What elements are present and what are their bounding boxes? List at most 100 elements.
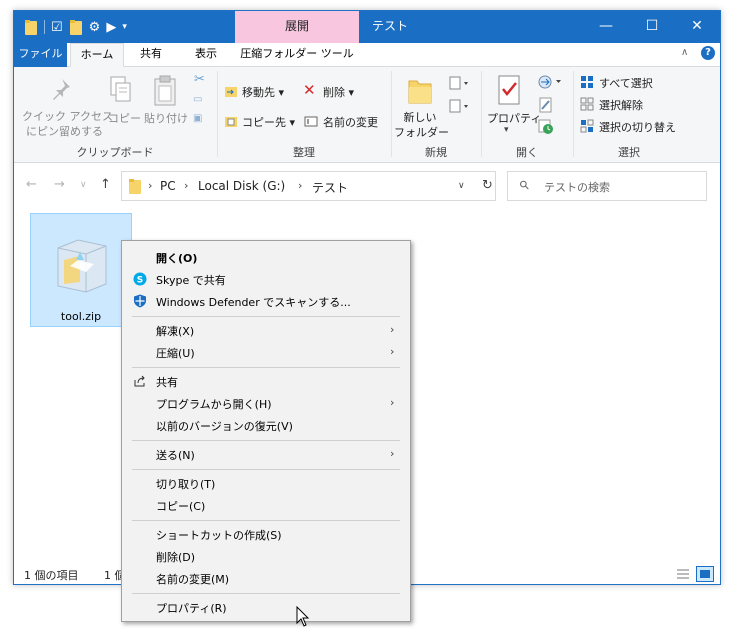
- menu-item-delete[interactable]: 削除(D): [122, 545, 410, 567]
- paste-icon[interactable]: [152, 75, 178, 107]
- customize-dropdown-icon[interactable]: ▾: [122, 22, 127, 32]
- refresh-icon[interactable]: ↻: [482, 178, 493, 193]
- menu-item-label: Windows Defender でスキャンする...: [156, 296, 351, 309]
- folder-icon: [24, 19, 38, 35]
- ribbon-collapse-icon[interactable]: ∧: [681, 47, 688, 58]
- new-folder-icon[interactable]: [406, 75, 434, 105]
- rename-icon[interactable]: [304, 114, 318, 128]
- navigation-bar: ← → ∨ ↑ › PC › Local Disk (G:) › テスト ∨ ↻…: [14, 163, 720, 207]
- submenu-arrow-icon: ›: [390, 447, 395, 460]
- chevron-right-icon[interactable]: ›: [184, 179, 188, 192]
- invert-selection-icon[interactable]: [580, 119, 594, 133]
- group-label-open: 開く: [516, 146, 538, 159]
- breadcrumb-local-disk[interactable]: Local Disk (G:): [198, 179, 285, 193]
- submenu-arrow-icon: ›: [390, 396, 395, 409]
- move-to-button[interactable]: 移動先 ▾: [242, 84, 284, 100]
- maximize-button[interactable]: ☐: [629, 11, 675, 41]
- address-bar[interactable]: › PC › Local Disk (G:) › テスト ∨ ↻: [121, 171, 496, 201]
- menu-item-properties[interactable]: プロパティ(R): [122, 596, 410, 618]
- menu-item-cut[interactable]: 切り取り(T): [122, 472, 410, 494]
- menu-item-copy[interactable]: コピー(C): [122, 494, 410, 516]
- tab-home[interactable]: ホーム: [70, 43, 124, 67]
- gear-icon[interactable]: ⚙: [89, 20, 101, 35]
- menu-item-share[interactable]: 共有: [122, 370, 410, 392]
- easy-access-icon[interactable]: [449, 98, 471, 114]
- history-icon[interactable]: [538, 119, 554, 135]
- menu-separator: [132, 469, 400, 470]
- menu-item-rename[interactable]: 名前の変更(M): [122, 567, 410, 589]
- breadcrumb-pc[interactable]: PC: [160, 179, 176, 193]
- properties-dropdown-icon[interactable]: ▾: [504, 125, 509, 135]
- properties-check-icon[interactable]: ☑: [51, 20, 63, 35]
- file-item-tool-zip[interactable]: tool.zip: [30, 213, 132, 327]
- copy-to-button[interactable]: コピー先 ▾: [242, 114, 295, 130]
- menu-item-open-with[interactable]: プログラムから開く(H) ›: [122, 392, 410, 414]
- new-folder-label-1[interactable]: 新しい: [400, 109, 440, 125]
- menu-item-label: 解凍(X): [156, 325, 195, 338]
- tab-share[interactable]: 共有: [128, 43, 174, 67]
- menu-item-create-shortcut[interactable]: ショートカットの作成(S): [122, 523, 410, 545]
- menu-item-compress[interactable]: 圧縮(U) ›: [122, 341, 410, 363]
- minimize-button[interactable]: —: [583, 11, 629, 41]
- delete-icon[interactable]: ✕: [303, 81, 316, 99]
- forward-arrow-icon[interactable]: →: [54, 177, 65, 192]
- group-label-organize: 整理: [293, 146, 315, 159]
- powershell-icon[interactable]: ▶: [106, 20, 116, 35]
- back-arrow-icon[interactable]: ←: [26, 177, 37, 192]
- pin-quick-access-label-1[interactable]: クイック アクセス: [22, 108, 113, 124]
- move-to-icon[interactable]: [224, 84, 238, 98]
- chevron-down-icon[interactable]: ∨: [458, 181, 465, 191]
- close-button[interactable]: ✕: [674, 11, 720, 41]
- menu-item-defender-scan[interactable]: Windows Defender でスキャンする...: [122, 290, 410, 312]
- open-icon[interactable]: [538, 75, 564, 89]
- tab-zip-tools[interactable]: 圧縮フォルダー ツール: [235, 43, 359, 67]
- chevron-right-icon[interactable]: ›: [298, 179, 302, 192]
- up-arrow-icon[interactable]: ↑: [100, 177, 111, 192]
- tab-file[interactable]: ファイル: [14, 43, 67, 67]
- copy-icon[interactable]: [109, 75, 133, 105]
- copy-to-icon[interactable]: [224, 114, 238, 128]
- menu-item-extract[interactable]: 解凍(X) ›: [122, 319, 410, 341]
- submenu-arrow-icon: ›: [390, 323, 395, 336]
- select-none-icon[interactable]: [580, 97, 594, 111]
- search-box[interactable]: ⚲ テストの検索: [507, 171, 707, 201]
- edit-icon[interactable]: [538, 97, 554, 113]
- invert-selection-button[interactable]: 選択の切り替え: [599, 119, 676, 135]
- properties-button[interactable]: プロパティ: [487, 110, 541, 126]
- pin-icon[interactable]: [50, 77, 72, 101]
- menu-item-label: 共有: [156, 376, 178, 389]
- window-title: テスト: [372, 19, 409, 33]
- breadcrumb-test[interactable]: テスト: [312, 179, 348, 196]
- large-icons-view-icon[interactable]: [696, 566, 714, 582]
- rename-button[interactable]: 名前の変更: [323, 114, 378, 130]
- ribbon-tabs: ファイル ホーム 共有 表示 圧縮フォルダー ツール ∧ ?: [14, 43, 720, 67]
- menu-item-restore-previous[interactable]: 以前のバージョンの復元(V): [122, 414, 410, 436]
- new-folder-label-2[interactable]: フォルダー: [394, 124, 449, 140]
- delete-button[interactable]: 削除 ▾: [323, 84, 354, 100]
- cut-icon[interactable]: ✂: [194, 72, 205, 87]
- tab-view[interactable]: 表示: [178, 43, 234, 67]
- help-icon[interactable]: ?: [701, 46, 715, 60]
- details-view-icon[interactable]: [674, 566, 692, 582]
- search-input[interactable]: テストの検索: [544, 179, 610, 195]
- menu-item-send-to[interactable]: 送る(N) ›: [122, 443, 410, 465]
- menu-item-skype-share[interactable]: S Skype で共有: [122, 268, 410, 290]
- properties-icon[interactable]: [496, 74, 522, 106]
- menu-item-label: 削除(D): [156, 551, 196, 564]
- select-all-icon[interactable]: [580, 75, 594, 89]
- menu-item-open[interactable]: 開く(O): [122, 246, 410, 268]
- copy-path-icon[interactable]: ▭: [193, 94, 202, 105]
- chevron-right-icon[interactable]: ›: [148, 179, 152, 192]
- pin-quick-access-label-2[interactable]: にピン留めする: [26, 123, 103, 139]
- menu-item-label: コピー(C): [156, 500, 206, 513]
- paste-shortcut-icon[interactable]: ▣: [193, 113, 202, 124]
- new-item-icon[interactable]: [449, 75, 471, 91]
- select-all-button[interactable]: すべて選択: [599, 75, 653, 91]
- menu-separator: [132, 593, 400, 594]
- copy-button[interactable]: コピー: [108, 110, 141, 126]
- select-none-button[interactable]: 選択解除: [599, 97, 643, 113]
- search-icon: ⚲: [516, 176, 533, 194]
- paste-button[interactable]: 貼り付け: [144, 110, 188, 126]
- new-folder-icon[interactable]: [69, 19, 83, 35]
- recent-locations-icon[interactable]: ∨: [80, 180, 87, 190]
